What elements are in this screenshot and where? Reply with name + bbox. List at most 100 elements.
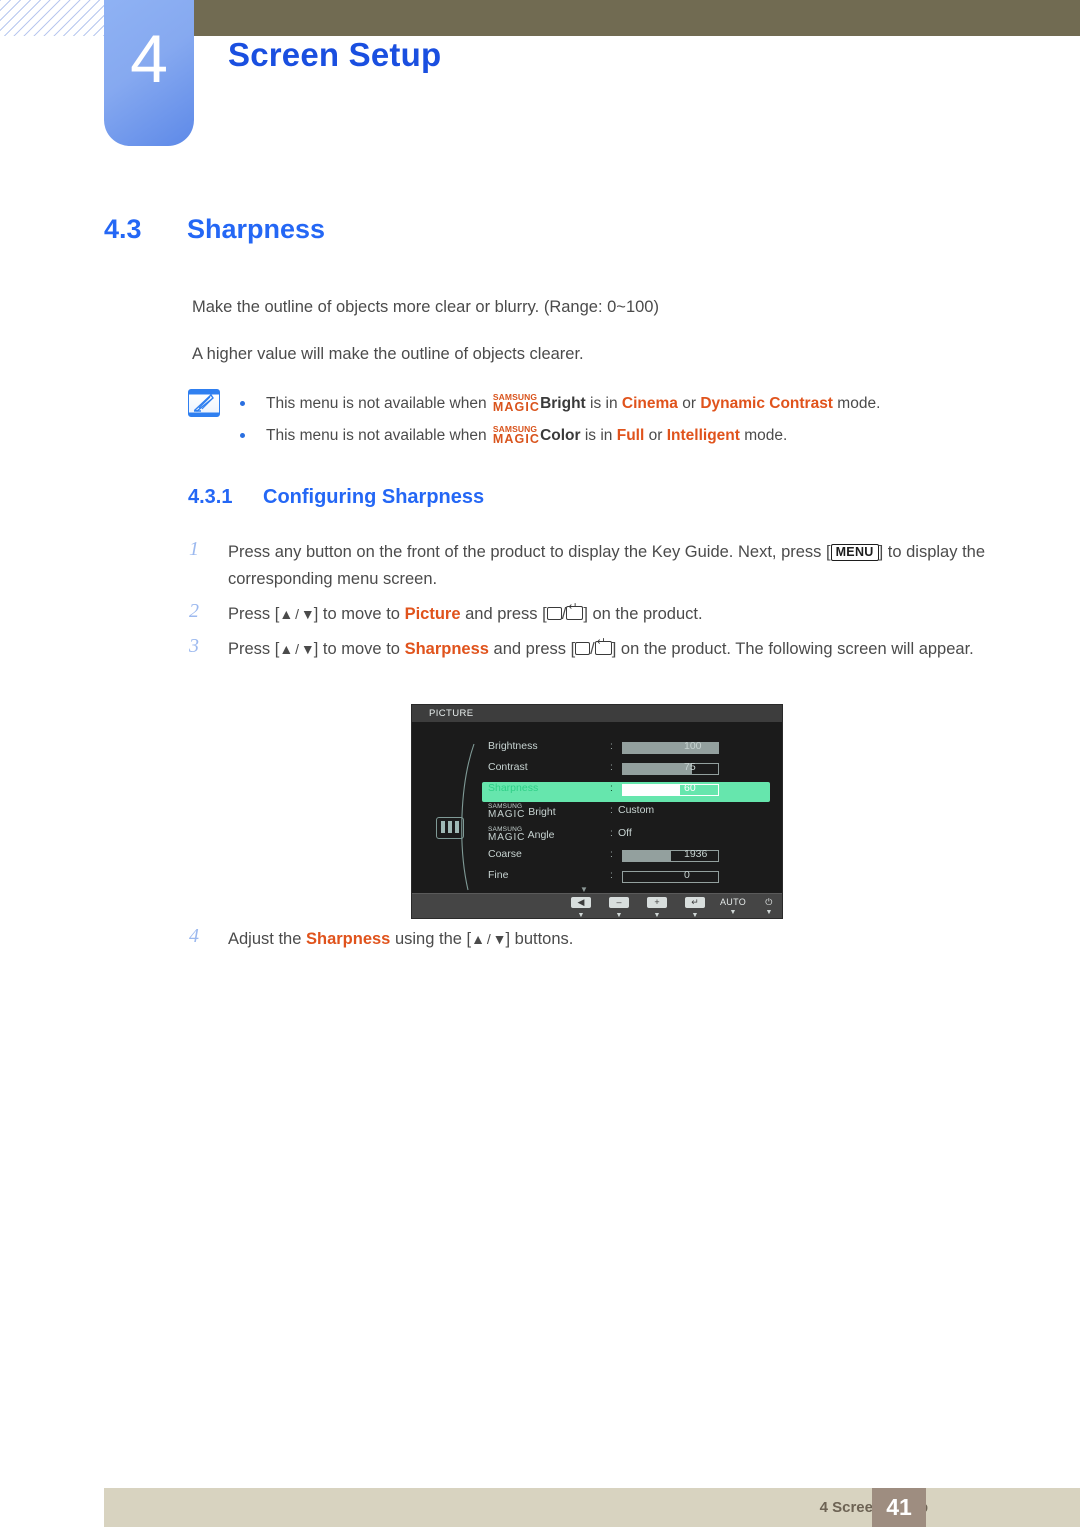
chapter-number-badge: 4 (104, 0, 194, 146)
key-caret-icon: ▼ (729, 909, 737, 916)
osd-menu-screenshot: PICTURE Brightness : 100 Contrast : 75 S… (412, 705, 782, 918)
osd-row-bar[interactable] (622, 763, 719, 775)
menu-key-badge: MENU (830, 544, 879, 562)
key-caret-icon: ▼ (765, 909, 773, 916)
note-1-prefix: This menu is not available when (266, 395, 487, 412)
bullet-icon (240, 425, 266, 443)
osd-row-colon: : (610, 848, 613, 860)
step-3: 3 Press [▲ / ▼] to move to Sharpness and… (189, 635, 1004, 663)
osd-row-colon: : (610, 761, 613, 773)
section-number: 4.3 (104, 214, 142, 244)
osd-key-left-arrow[interactable]: ◀ ▼ (564, 897, 598, 918)
section-heading: 4.3 Sharpness (104, 214, 1004, 245)
note-2-conj: or (648, 427, 663, 444)
osd-row-bar[interactable] (622, 742, 719, 754)
osd-key-auto[interactable]: AUTO ▼ (716, 897, 750, 916)
intro-paragraph-2: A higher value will make the outline of … (192, 345, 584, 363)
osd-key-enter[interactable]: ↵ ▼ (678, 897, 712, 918)
subsection-title: Configuring Sharpness (263, 486, 485, 508)
samsung-magic-logo: SAMSUNG MAGIC (488, 826, 526, 843)
bullet-icon (240, 393, 266, 411)
osd-row-colon: : (610, 804, 613, 816)
osd-row-value: Custom (618, 804, 655, 816)
auto-key-label: AUTO (719, 897, 747, 907)
osd-row-bar[interactable] (622, 784, 719, 796)
osd-row-value: 75 (684, 761, 696, 773)
note-pen-glyph (193, 393, 214, 412)
section-title: Sharpness (187, 214, 326, 244)
osd-row-value: 100 (684, 740, 702, 752)
osd-row-bar[interactable] (622, 871, 719, 883)
osd-divider-arc (461, 743, 475, 891)
up-down-arrows-icon: ▲ / ▼ (279, 641, 314, 657)
key-caret-icon: ▼ (615, 912, 623, 918)
page-footer-bar: 4 Screen Setup (104, 1488, 1080, 1527)
power-key-icon: ⏻ (765, 897, 773, 907)
chapter-title: Screen Setup (228, 36, 442, 73)
key-caret-icon: ▼ (577, 912, 585, 918)
osd-row-label: SAMSUNG MAGIC Bright (488, 803, 556, 820)
osd-row-colon: : (610, 827, 613, 839)
osd-body: Brightness : 100 Contrast : 75 Sharpness… (412, 722, 782, 894)
osd-toolbar: ◀ ▼ – ▼ + ▼ ↵ ▼ AUTO ▼ ⏻ ▼ (412, 893, 782, 918)
subsection-number: 4.3.1 (188, 486, 233, 508)
step-3-target: Sharpness (404, 640, 489, 658)
osd-row-sharpness[interactable]: Sharpness : 60 (482, 782, 770, 802)
osd-row-value: 1936 (684, 848, 708, 860)
note-1-option-1: Cinema (621, 395, 678, 412)
note-2-option-1: Full (616, 427, 645, 444)
osd-row-magic-angle[interactable]: SAMSUNG MAGIC Angle : Off (488, 826, 764, 847)
step-3-number: 3 (189, 635, 199, 657)
osd-row-label: Fine (488, 869, 509, 881)
osd-row-magic-bright[interactable]: SAMSUNG MAGIC Bright : Custom (488, 803, 764, 824)
left-arrow-key-icon: ◀ (571, 897, 591, 908)
step-1: 1 Press any button on the front of the p… (189, 538, 1004, 592)
key-caret-icon: ▼ (653, 912, 661, 918)
note-item-1: This menu is not available when SAMSUNG M… (240, 393, 880, 414)
note-2-option-2: Intelligent (666, 427, 740, 444)
osd-row-value: 0 (684, 869, 690, 881)
step-2-text: Press [▲ / ▼] to move to Picture and pre… (228, 601, 1004, 628)
osd-row-contrast[interactable]: Contrast : 75 (488, 761, 764, 781)
step-4-number: 4 (189, 925, 199, 947)
step-4-text: Adjust the Sharpness using the [▲ / ▼] b… (228, 930, 574, 948)
source-button-icon (575, 642, 591, 655)
page-number-badge: 41 (872, 1488, 926, 1527)
osd-row-label: Sharpness (488, 782, 539, 794)
plus-key-icon: + (647, 897, 667, 908)
header-olive-bar (190, 0, 1080, 36)
osd-key-power[interactable]: ⏻ ▼ (752, 897, 782, 916)
intro-paragraph-1: Make the outline of objects more clear o… (192, 298, 659, 316)
samsung-magic-logo: SAMSUNG MAGIC (492, 392, 541, 414)
osd-key-plus[interactable]: + ▼ (640, 897, 674, 918)
enter-button-icon (594, 637, 612, 655)
step-2-number: 2 (189, 600, 199, 622)
enter-key-icon: ↵ (685, 897, 705, 908)
samsung-magic-logo: SAMSUNG MAGIC (492, 424, 541, 446)
subsection-heading: 4.3.1 Configuring Sharpness (188, 486, 484, 509)
source-button-icon (546, 607, 562, 620)
osd-row-brightness[interactable]: Brightness : 100 (488, 740, 764, 760)
note-2-suffix: mode. (744, 427, 788, 444)
note-1-mid: is in (590, 395, 618, 412)
osd-row-fine[interactable]: Fine : 0 (488, 869, 764, 889)
step-1-text: Press any button on the front of the pro… (228, 543, 986, 588)
note-1-feature: Bright (540, 395, 586, 412)
osd-row-label: Brightness (488, 740, 538, 752)
note-pen-icon (188, 389, 220, 417)
minus-key-icon: – (609, 897, 629, 908)
osd-key-minus[interactable]: – ▼ (602, 897, 636, 918)
osd-row-coarse[interactable]: Coarse : 1936 (488, 848, 764, 868)
note-1-option-2: Dynamic Contrast (700, 395, 833, 412)
note-1-suffix: mode. (837, 395, 881, 412)
note-2-prefix: This menu is not available when (266, 427, 487, 444)
osd-row-colon: : (610, 740, 613, 752)
osd-row-colon: : (610, 782, 613, 794)
step-4: 4 Adjust the Sharpness using the [▲ / ▼]… (189, 925, 1004, 953)
note-1-conj: or (682, 395, 697, 412)
note-2-mid: is in (584, 427, 613, 444)
osd-title-bar: PICTURE (412, 705, 782, 722)
osd-row-colon: : (610, 869, 613, 881)
key-caret-icon: ▼ (691, 912, 699, 918)
enter-button-icon (566, 602, 584, 620)
